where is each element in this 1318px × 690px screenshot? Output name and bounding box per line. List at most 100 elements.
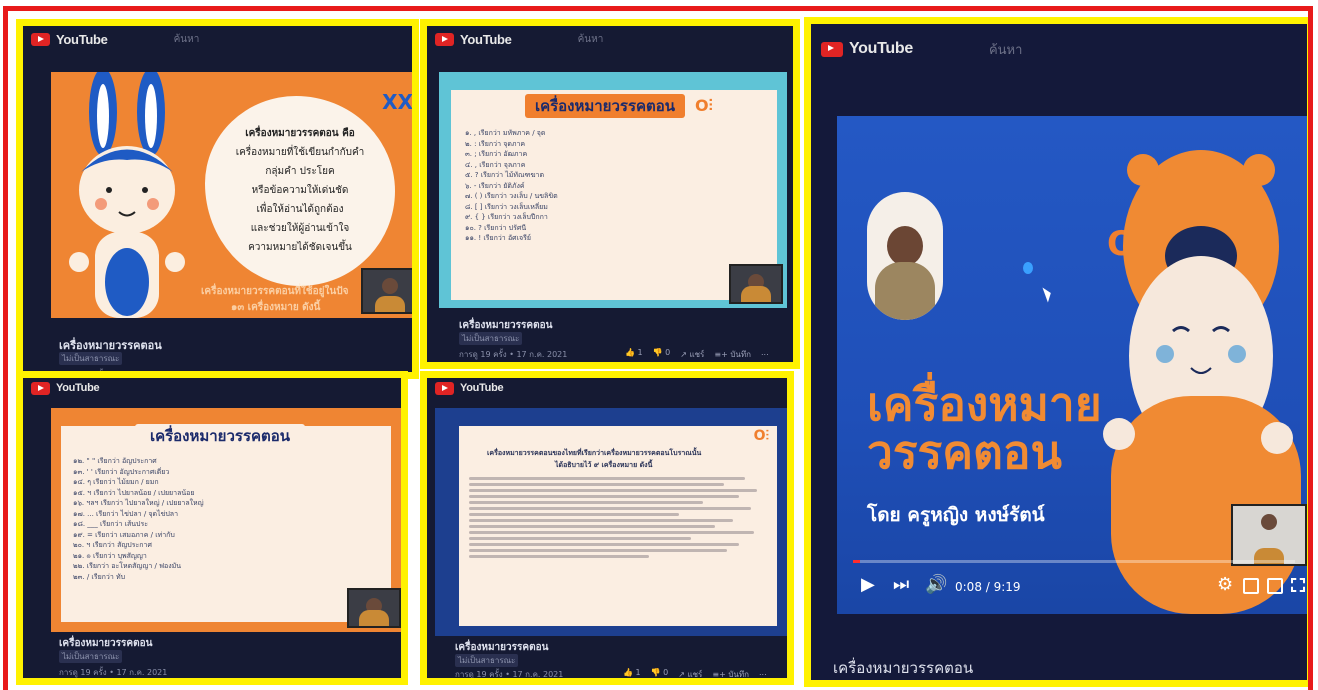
youtube-wordmark[interactable]: YouTube — [460, 32, 512, 47]
list-row: ๑๐. ? เรียกว่า ปรัศนี — [465, 223, 527, 232]
view-meta: การดู 19 ครั้ง • 17 ก.ค. 2021 — [459, 350, 568, 359]
search-box[interactable]: ค้นหา — [174, 32, 200, 47]
youtube-header: YouTube ค้นหา — [427, 26, 793, 52]
youtube-header: YouTube — [427, 378, 787, 398]
video-player[interactable]: O⫶ เครื่องหมาย วรรคตอน โดย ครูหญิง หงษ์ร… — [837, 116, 1307, 614]
screenshot-panel-5: YouTube ค้นหา O⫶ — [804, 17, 1308, 687]
more-button[interactable]: ... — [761, 348, 769, 361]
big-title-line: วรรคตอน — [867, 425, 1062, 480]
speech-line: เครื่องหมายวรรคตอน คือ — [245, 128, 355, 139]
screenshot-panel-4: YouTube เครื่องหมายวรรคตอนของไทยที่เรียก… — [420, 371, 794, 685]
list-row: ๑. , เรียกว่า มหัพภาค / จุด — [465, 129, 546, 137]
list-row: ๑๑. ! เรียกว่า อัศเจรีย์ — [465, 234, 531, 242]
video-actions: 👍 1 👎 0 ↗ แชร์ ≡+ บันทึก ... — [623, 668, 767, 678]
rabbit-illustration — [69, 72, 185, 318]
next-button[interactable]: ⏭ — [893, 574, 909, 595]
video-player[interactable]: เครื่องหมายวรรคตอนของไทยที่เรียกว่าเครื่… — [435, 408, 787, 636]
mouse-pointer-icon — [1042, 285, 1054, 303]
teacher-webcam-thumbnail — [361, 268, 412, 314]
dislike-button[interactable]: 👎 0 — [653, 348, 671, 361]
fullscreen-icon[interactable] — [1291, 578, 1305, 592]
collage-frame: YouTube ค้นหา เครื่องหมายวรรคตอน คือ เคร… — [3, 6, 1313, 690]
settings-gear-icon[interactable]: ⚙ — [1217, 574, 1233, 595]
list-row: ๑๔. ๆ เรียกว่า ไม้ยมก / ยมก — [73, 478, 159, 486]
video-big-title: เครื่องหมาย วรรคตอน — [867, 380, 1102, 477]
video-title: เครื่องหมายวรรคตอน — [459, 320, 553, 331]
list-row: ๑๙. = เรียกว่า เสมอภาค / เท่ากับ — [73, 530, 175, 539]
list-row: ๑๗. ... เรียกว่า ไข่ปลา / จุดไข่ปลา — [73, 509, 179, 518]
teacher-webcam-thumbnail — [1231, 504, 1307, 566]
youtube-wordmark[interactable]: YouTube — [56, 32, 108, 47]
key-icon: O⫶ — [753, 428, 769, 444]
screenshot-panel-2: YouTube ค้นหา เครื่องหมายวรรคตอน O⫶ ๑. ,… — [420, 19, 800, 369]
like-button[interactable]: 👍 1 — [623, 668, 641, 678]
slide-banner: เครื่องหมายวรรคตอน — [135, 424, 305, 448]
visibility-badge: ไม่เป็นสาธารณะ — [459, 332, 523, 345]
youtube-header: YouTube ค้นหา — [811, 24, 1307, 74]
list-row: ๘. [ ] เรียกว่า วงเล็บเหลี่ยม — [465, 202, 548, 211]
youtube-wordmark[interactable]: YouTube — [849, 40, 913, 58]
share-button[interactable]: ↗ แชร์ — [680, 348, 704, 361]
list-row: ๗. ( ) เรียกว่า วงเล็บ / นขลิขิต — [465, 192, 558, 200]
list-row: ๒๓. / เรียกว่า ทับ — [73, 572, 126, 581]
visibility-badge: ไม่เป็นสาธารณะ — [59, 650, 123, 663]
dislike-button[interactable]: 👎 0 — [651, 668, 669, 678]
list-row: ๒๑. ๏ เรียกว่า บุพสัญญา — [73, 551, 147, 560]
video-actions: 👍 1 👎 0 ↗ แชร์ ≡+ บันทึก ... — [625, 348, 769, 361]
list-row: ๙. { } เรียกว่า วงเล็บปีกกา — [465, 213, 548, 221]
progress-track[interactable] — [853, 560, 1295, 563]
youtube-logo-icon[interactable] — [821, 41, 843, 57]
list-row: ๑๖. ฯลฯ เรียกว่า ไปยาลใหญ่ / เปยยาลใหญ่ — [73, 499, 204, 507]
list-row: ๒๒. เรียกว่า อะโหดสัญญา / ฟองมัน — [73, 562, 182, 570]
save-button[interactable]: ≡+ บันทึก — [714, 348, 751, 361]
slide-caption: เครื่องหมายวรรคตอนที่ใช้อยู่ในปัจ — [201, 286, 349, 297]
decorative-marks-icon: XX — [382, 90, 413, 114]
youtube-logo-icon[interactable] — [31, 381, 50, 395]
video-title: เครื่องหมายวรรคตอน — [455, 642, 549, 653]
youtube-header: YouTube ค้นหา — [23, 26, 412, 52]
list-row: ๖. - เรียกว่า ยัติภังค์ — [465, 181, 525, 190]
video-title: เครื่องหมายวรรคตอน — [833, 659, 974, 677]
speech-bubble: เครื่องหมายวรรคตอน คือ เครื่องหมายที่ใช้… — [205, 96, 395, 286]
youtube-wordmark[interactable]: YouTube — [56, 382, 100, 394]
slide-caption: ๑๓ เครื่องหมาย ดังนี้ — [231, 302, 321, 313]
youtube-wordmark[interactable]: YouTube — [460, 382, 504, 394]
list-row: ๒๐. ฯ เรียกว่า สัญประกาศ — [73, 541, 152, 549]
more-button[interactable]: ... — [759, 668, 767, 678]
list-row: ๑๘. ___ เรียกว่า เส้นประ — [73, 520, 149, 528]
list-row: ๒. : เรียกว่า จุดภาค — [465, 139, 526, 148]
share-button[interactable]: ↗ แชร์ — [678, 668, 702, 678]
video-player[interactable]: เครื่องหมายวรรคตอน O⫶ ๑. , เรียกว่า มหัพ… — [439, 72, 787, 308]
big-title-line: เครื่องหมาย — [867, 377, 1102, 431]
list-row: ๑๕. ฯ เรียกว่า ไปยาลน้อย / เปยยาลน้อย — [73, 488, 195, 497]
slide-heading: เครื่องหมายวรรคตอนของไทยที่เรียกว่าเครื่… — [487, 449, 702, 457]
search-box[interactable]: ค้นหา — [989, 39, 1022, 60]
list-row: ๕. ? เรียกว่า ไม้ทัณฑฆาต — [465, 171, 544, 179]
progress-fill — [853, 560, 860, 563]
like-button[interactable]: 👍 1 — [625, 348, 643, 361]
video-player[interactable]: เครื่องหมายวรรคตอน ๑๒. " " เรียกว่า อัญป… — [51, 408, 401, 632]
video-player[interactable]: เครื่องหมายวรรคตอน คือ เครื่องหมายที่ใช้… — [51, 72, 413, 318]
miniplayer-icon[interactable] — [1243, 578, 1259, 594]
screenshot-panel-1: YouTube ค้นหา เครื่องหมายวรรคตอน คือ เคร… — [16, 19, 419, 379]
play-button[interactable]: ▶ — [861, 574, 875, 595]
speech-line: และช่วยให้ผู้อ่านเข้าใจ — [250, 223, 350, 234]
youtube-logo-icon[interactable] — [435, 381, 454, 395]
byline: โดย ครูหญิง หงษ์รัตน์ — [867, 504, 1045, 526]
visibility-badge: ไม่เป็นสาธารณะ — [59, 352, 123, 365]
speech-line: ความหมายได้ชัดเจนขึ้น — [248, 242, 352, 253]
save-button[interactable]: ≡+ บันทึก — [712, 668, 749, 678]
teacher-avatar — [867, 192, 943, 320]
search-box[interactable]: ค้นหา — [578, 32, 604, 47]
theater-mode-icon[interactable] — [1267, 578, 1283, 594]
list-row: ๓. ; เรียกว่า อัฒภาค — [465, 150, 528, 158]
screenshot-panel-3: YouTube เครื่องหมายวรรคตอน ๑๒. " " เรียก… — [16, 371, 408, 685]
list-row: ๑๒. " " เรียกว่า อัญประกาศ — [73, 457, 157, 465]
youtube-logo-icon[interactable] — [31, 32, 50, 46]
volume-icon[interactable]: 🔊 — [925, 574, 947, 595]
list-row: ๔. , เรียกว่า จุลภาค — [465, 160, 526, 169]
teacher-webcam-thumbnail — [347, 588, 401, 628]
key-icon: O⫶ — [695, 96, 713, 115]
youtube-header: YouTube — [23, 378, 401, 398]
youtube-logo-icon[interactable] — [435, 32, 454, 46]
